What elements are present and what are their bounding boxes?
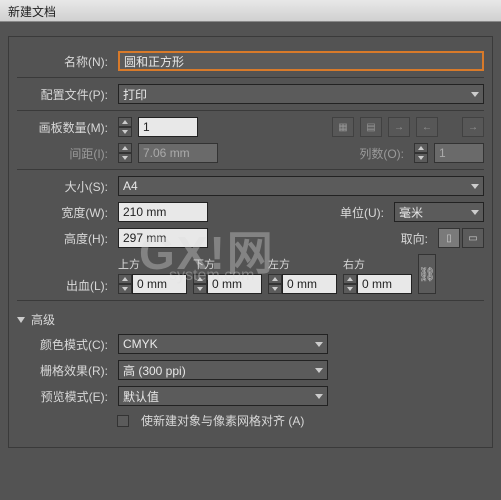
bleed-bottom-stepper[interactable] bbox=[193, 274, 207, 294]
colormode-select[interactable]: CMYK bbox=[118, 334, 328, 354]
chevron-down-icon bbox=[315, 368, 323, 373]
colormode-value: CMYK bbox=[123, 337, 158, 351]
arrange-rtl-icon[interactable]: → bbox=[462, 117, 484, 137]
align-checkbox[interactable] bbox=[117, 415, 129, 427]
unit-value: 毫米 bbox=[399, 204, 423, 221]
height-input[interactable] bbox=[118, 228, 208, 248]
columns-stepper[interactable] bbox=[414, 143, 428, 163]
colormode-label: 颜色模式(C): bbox=[17, 336, 112, 353]
spacing-label: 间距(I): bbox=[17, 145, 112, 162]
bleed-top-label: 上方 bbox=[118, 256, 140, 272]
size-select[interactable]: A4 bbox=[118, 176, 484, 196]
preview-select[interactable]: 默认值 bbox=[118, 386, 328, 406]
width-input[interactable] bbox=[118, 202, 208, 222]
orientation-label: 取向: bbox=[401, 230, 432, 247]
profile-value: 打印 bbox=[123, 86, 147, 103]
orientation-portrait-icon[interactable]: ▯ bbox=[438, 228, 460, 248]
size-label: 大小(S): bbox=[17, 178, 112, 195]
divider bbox=[17, 110, 484, 111]
arrange-left-icon[interactable]: ← bbox=[416, 117, 438, 137]
orientation-landscape-icon[interactable]: ▭ bbox=[462, 228, 484, 248]
chevron-down-icon bbox=[471, 92, 479, 97]
profile-select[interactable]: 打印 bbox=[118, 84, 484, 104]
orientation-group: ▯ ▭ bbox=[438, 228, 484, 248]
bleed-right-label: 右方 bbox=[343, 256, 365, 272]
unit-label: 单位(U): bbox=[340, 204, 388, 221]
bleed-right-input[interactable] bbox=[357, 274, 412, 294]
name-label: 名称(N): bbox=[17, 53, 112, 70]
spacing-input bbox=[138, 143, 218, 163]
window-titlebar: 新建文档 bbox=[0, 0, 501, 22]
bleed-label: 出血(L): bbox=[17, 277, 112, 294]
width-label: 宽度(W): bbox=[17, 204, 112, 221]
profile-label: 配置文件(P): bbox=[17, 86, 112, 103]
chevron-down-icon bbox=[471, 210, 479, 215]
arrange-right-icon[interactable]: → bbox=[388, 117, 410, 137]
raster-value: 高 (300 ppi) bbox=[123, 362, 186, 379]
bleed-top-stepper[interactable] bbox=[118, 274, 132, 294]
link-bleed-icon[interactable]: ⛓ bbox=[418, 254, 436, 294]
raster-label: 栅格效果(R): bbox=[17, 362, 112, 379]
divider bbox=[17, 300, 484, 301]
window-title: 新建文档 bbox=[8, 5, 56, 19]
preview-label: 预览模式(E): bbox=[17, 388, 112, 405]
columns-input bbox=[434, 143, 484, 163]
bleed-left-input[interactable] bbox=[282, 274, 337, 294]
advanced-header[interactable]: 高级 bbox=[17, 311, 484, 328]
align-label: 使新建对象与像素网格对齐 (A) bbox=[141, 412, 304, 429]
size-value: A4 bbox=[123, 179, 138, 193]
preview-value: 默认值 bbox=[123, 388, 159, 405]
dialog-body: GX!网 system.com 名称(N): 配置文件(P): 打印 画板数量(… bbox=[0, 22, 501, 456]
main-fieldset: GX!网 system.com 名称(N): 配置文件(P): 打印 画板数量(… bbox=[8, 36, 493, 448]
chevron-down-icon bbox=[315, 342, 323, 347]
artboards-stepper[interactable] bbox=[118, 117, 132, 137]
grid-col-icon[interactable]: ▤ bbox=[360, 117, 382, 137]
artboards-label: 画板数量(M): bbox=[17, 119, 112, 136]
advanced-label: 高级 bbox=[31, 311, 55, 328]
bleed-bottom-label: 下方 bbox=[193, 256, 215, 272]
bleed-bottom-input[interactable] bbox=[207, 274, 262, 294]
unit-select[interactable]: 毫米 bbox=[394, 202, 484, 222]
height-label: 高度(H): bbox=[17, 230, 112, 247]
name-input[interactable] bbox=[118, 51, 484, 71]
divider bbox=[17, 77, 484, 78]
bleed-left-label: 左方 bbox=[268, 256, 290, 272]
chevron-down-icon bbox=[471, 184, 479, 189]
grid-row-icon[interactable]: ▦ bbox=[332, 117, 354, 137]
raster-select[interactable]: 高 (300 ppi) bbox=[118, 360, 328, 380]
bleed-top-input[interactable] bbox=[132, 274, 187, 294]
triangle-down-icon bbox=[17, 317, 25, 323]
bleed-right-stepper[interactable] bbox=[343, 274, 357, 294]
spacing-stepper[interactable] bbox=[118, 143, 132, 163]
chevron-down-icon bbox=[315, 394, 323, 399]
divider bbox=[17, 169, 484, 170]
bleed-group: 上方 下方 左方 右方 bbox=[118, 254, 436, 294]
bleed-left-stepper[interactable] bbox=[268, 274, 282, 294]
columns-label: 列数(O): bbox=[359, 145, 408, 162]
artboards-input[interactable] bbox=[138, 117, 198, 137]
